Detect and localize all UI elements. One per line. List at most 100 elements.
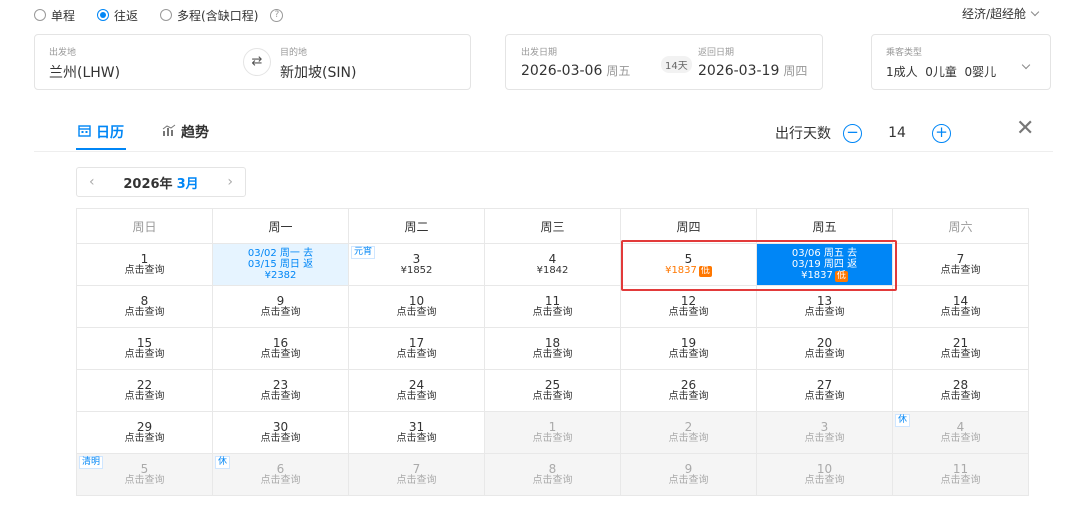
calendar-day-cell[interactable]: 24 点击查询 (348, 369, 485, 412)
day-status: 点击查询 (668, 432, 709, 444)
return-date-input[interactable]: 2026-03-19 周四 (698, 62, 807, 79)
calendar-day-cell[interactable]: 22 点击查询 (76, 369, 213, 412)
calendar-day-cell[interactable]: 休 4 点击查询 (892, 411, 1029, 454)
calendar-day-cell[interactable]: 8 点击查询 (484, 453, 621, 496)
calendar-day-cell[interactable]: 29 点击查询 (76, 411, 213, 454)
calendar-day-cell[interactable]: 1 点击查询 (484, 411, 621, 454)
calendar-day-cell[interactable]: 7 点击查询 (348, 453, 485, 496)
help-icon[interactable]: ? (270, 8, 284, 22)
close-icon[interactable]: ✕ (1016, 118, 1034, 140)
day-number: 18 (544, 335, 561, 350)
calendar-day-cell[interactable]: 9 点击查询 (620, 453, 757, 496)
calendar-day-cell[interactable]: 3 点击查询 (756, 411, 893, 454)
calendar-day-cell[interactable]: 8 点击查询 (76, 285, 213, 328)
day-status: 点击查询 (804, 474, 845, 486)
day-number: 31 (408, 419, 425, 434)
calendar-week-row: 29 点击查询 30 点击查询 31 点击查询 1 点击查询 2 点击查询 3 点击查询休 4 点击查询 (76, 411, 1029, 454)
weekday-label: 周二 (348, 208, 485, 244)
trip-type-roundtrip[interactable]: 往返 (97, 7, 138, 24)
from-city-input[interactable]: 兰州(LHW) (49, 62, 120, 82)
minus-button[interactable]: − (843, 123, 862, 143)
day-status: 点击查询 (124, 474, 165, 486)
year-label: 2026年 (123, 176, 173, 192)
low-price-badge: 低 (698, 265, 712, 277)
calendar-day-cell[interactable]: 27 点击查询 (756, 369, 893, 412)
tab-calendar[interactable]: 日历 (78, 122, 124, 142)
calendar-day-cell[interactable]: 16 点击查询 (212, 327, 349, 370)
calendar-day-cell[interactable]: 28 点击查询 (892, 369, 1029, 412)
trip-type-oneway[interactable]: 单程 (34, 7, 75, 24)
weekday-label: 周日 (76, 208, 213, 244)
calendar-day-cell[interactable]: 21 点击查询 (892, 327, 1029, 370)
day-number: 16 (272, 335, 289, 350)
cabin-class-dropdown[interactable]: 经济/超经舱 (962, 5, 1040, 22)
to-city-input[interactable]: 新加坡(SIN) (280, 62, 356, 82)
calendar-day-cell[interactable]: 5 ¥1837 低 (620, 243, 757, 286)
day-number: 27 (816, 377, 833, 392)
calendar-day-cell[interactable]: 17 点击查询 (348, 327, 485, 370)
calendar-day-cell[interactable]: 14 点击查询 (892, 285, 1029, 328)
day-number: 28 (952, 377, 969, 392)
weekday-label: 周六 (892, 208, 1029, 244)
prev-month-button[interactable]: ‹ (89, 174, 95, 190)
calendar-day-cell[interactable]: 7 点击查询 (892, 243, 1029, 286)
day-status: 点击查询 (940, 390, 981, 402)
calendar-day-cell[interactable]: 15 点击查询 (76, 327, 213, 370)
calendar-day-cell[interactable]: 11 点击查询 (484, 285, 621, 328)
swap-icon[interactable]: ⇄ (243, 48, 271, 76)
calendar-day-cell[interactable]: 23 点击查询 (212, 369, 349, 412)
day-status: 点击查询 (532, 474, 573, 486)
return-date-value: 2026-03-19 (698, 63, 780, 79)
depart-label: 出发日期 (521, 48, 558, 58)
calendar-day-cell[interactable]: 9 点击查询 (212, 285, 349, 328)
calendar-day-cell[interactable]: 2 点击查询 (620, 411, 757, 454)
calendar-day-cell[interactable]: 10 点击查询 (756, 453, 893, 496)
trip-date-line: 03/15 周日 返 (247, 259, 314, 270)
weekday-label: 周四 (620, 208, 757, 244)
day-status: 点击查询 (396, 474, 437, 486)
trip-type-multi[interactable]: 多程(含缺口程) (160, 7, 258, 24)
calendar-day-cell[interactable]: 26 点击查询 (620, 369, 757, 412)
calendar-day-cell[interactable]: 19 点击查询 (620, 327, 757, 370)
calendar-day-cell[interactable]: 30 点击查询 (212, 411, 349, 454)
calendar-day-cell[interactable]: 03/06 周五 去 03/19 周四 返 ¥1837 低 (756, 243, 893, 286)
price-line: ¥2382 (264, 270, 297, 281)
calendar-day-cell[interactable]: 12 点击查询 (620, 285, 757, 328)
price-value: ¥1837 (801, 269, 833, 281)
calendar-day-cell[interactable]: 清明 5 点击查询 (76, 453, 213, 496)
weekday-header: 周日 周一 周二 周三 周四 周五 周六 (76, 208, 1029, 244)
day-status: 点击查询 (940, 432, 981, 444)
day-number: 10 (408, 293, 425, 308)
calendar-day-cell[interactable]: 4 ¥1842 (484, 243, 621, 286)
to-label: 目的地 (280, 48, 308, 58)
calendar-day-cell[interactable]: 1 点击查询 (76, 243, 213, 286)
calendar-day-cell[interactable]: 31 点击查询 (348, 411, 485, 454)
calendar-week-row: 清明 5 点击查询休 6 点击查询 7 点击查询 8 点击查询 9 点击查询 10 点击查询 11 点击查询 (76, 453, 1029, 496)
calendar-day-cell[interactable]: 03/02 周一 去 03/15 周日 返 ¥2382 (212, 243, 349, 286)
calendar-week-row: 22 点击查询 23 点击查询 24 点击查询 25 点击查询 26 点击查询 27 点击查询 28 点击… (76, 369, 1029, 412)
calendar-day-cell[interactable]: 13 点击查询 (756, 285, 893, 328)
month-navigator: ‹ 2026年 3月 › (76, 167, 246, 197)
day-number: 10 (816, 461, 833, 476)
calendar-day-cell[interactable]: 11 点击查询 (892, 453, 1029, 496)
day-number: 21 (952, 335, 969, 350)
calendar-day-cell[interactable]: 20 点击查询 (756, 327, 893, 370)
plus-button[interactable]: + (932, 123, 951, 143)
calendar-day-cell[interactable]: 元宵 3 ¥1852 (348, 243, 485, 286)
day-number: 29 (136, 419, 153, 434)
day-status: 点击查询 (260, 432, 301, 444)
divider (34, 151, 1053, 152)
calendar-day-cell[interactable]: 18 点击查询 (484, 327, 621, 370)
active-tab-indicator (76, 148, 126, 150)
depart-date-input[interactable]: 2026-03-06 周五 (521, 62, 630, 79)
chevron-down-icon (1021, 60, 1031, 70)
passenger-selector[interactable]: 乘客类型 1成人 0儿童 0婴儿 (871, 34, 1051, 90)
tab-trend[interactable]: 趋势 (162, 122, 209, 142)
calendar-day-cell[interactable]: 10 点击查询 (348, 285, 485, 328)
calendar-day-cell[interactable]: 休 6 点击查询 (212, 453, 349, 496)
calendar-day-cell[interactable]: 25 点击查询 (484, 369, 621, 412)
next-month-button[interactable]: › (227, 174, 233, 190)
depart-weekday: 周五 (606, 64, 631, 78)
day-status: 点击查询 (668, 390, 709, 402)
return-label: 返回日期 (698, 48, 735, 58)
